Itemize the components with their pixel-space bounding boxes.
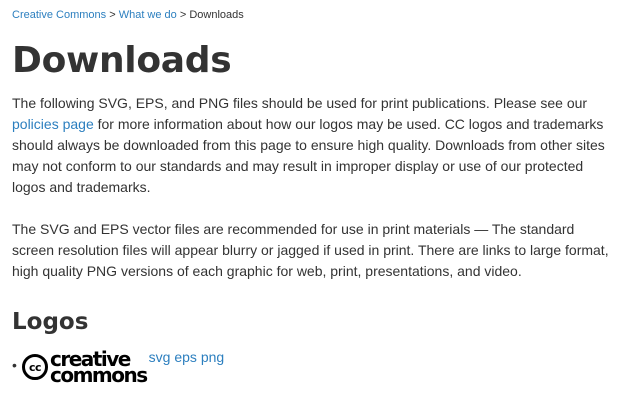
intro-paragraph: The following SVG, EPS, and PNG files sh… xyxy=(12,93,612,198)
creative-commons-logo: cc creative commons xyxy=(22,349,148,387)
breadcrumb-separator: > xyxy=(179,9,187,21)
breadcrumb: Creative Commons > What we do > Download… xyxy=(12,8,612,22)
vector-note-paragraph: The SVG and EPS vector files are recomme… xyxy=(12,221,609,279)
logo-word-commons: commons xyxy=(50,363,148,387)
intro-text-end: for more information about how our logos… xyxy=(12,116,605,195)
cc-badge-icon: cc xyxy=(22,354,48,380)
policies-page-link[interactable]: policies page xyxy=(12,116,94,132)
download-eps-link[interactable]: eps xyxy=(174,349,197,365)
list-bullet: • xyxy=(12,357,17,373)
logos-list: • cc creative commons svg eps png xyxy=(12,347,612,387)
format-links: svg eps png xyxy=(149,347,225,368)
breadcrumb-link-what-we-do[interactable]: What we do xyxy=(119,9,177,21)
breadcrumb-separator: > xyxy=(109,9,116,21)
intro-text-start: The following SVG, EPS, and PNG files sh… xyxy=(12,95,588,111)
logos-heading: Logos xyxy=(12,309,89,335)
breadcrumb-current: Downloads xyxy=(189,9,244,21)
breadcrumb-link-creative-commons[interactable]: Creative Commons xyxy=(12,9,106,21)
download-png-link[interactable]: png xyxy=(201,349,224,365)
logo-wordmark: creative commons xyxy=(50,349,148,387)
page-title: Downloads xyxy=(12,40,232,81)
page-content: Creative Commons > What we do > Download… xyxy=(12,0,612,387)
download-svg-link[interactable]: svg xyxy=(149,349,171,365)
list-item: • cc creative commons svg eps png xyxy=(12,347,612,387)
